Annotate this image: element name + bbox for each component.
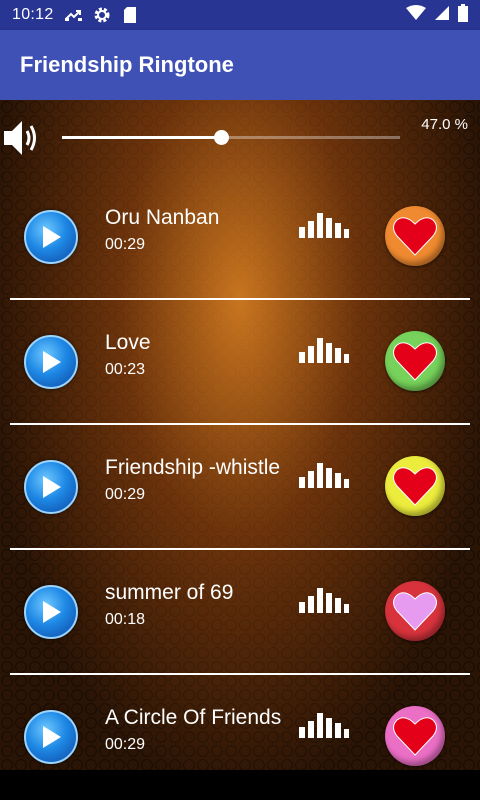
heart-icon [393, 342, 437, 381]
status-time: 10:12 [12, 6, 54, 23]
status-bar: 10:12 [0, 0, 480, 30]
volume-slider[interactable] [62, 130, 400, 145]
play-button[interactable] [24, 460, 78, 514]
play-button[interactable] [24, 210, 78, 264]
favorite-button[interactable] [385, 706, 445, 766]
wifi-icon [406, 4, 426, 26]
favorite-button[interactable] [385, 206, 445, 266]
play-icon [43, 476, 61, 498]
play-button[interactable] [24, 585, 78, 639]
call-forward-icon [64, 5, 84, 25]
set-ringtone-icon[interactable] [298, 334, 350, 364]
battery-icon [458, 3, 468, 27]
heart-icon [393, 217, 437, 256]
volume-slider-thumb[interactable] [213, 130, 229, 145]
signal-icon [434, 5, 450, 26]
list-item[interactable]: summer of 69 00:18 [0, 550, 480, 675]
list-item[interactable]: Friendship -whistle 00:29 [0, 425, 480, 550]
song-duration: 00:23 [105, 361, 146, 378]
song-title: A Circle Of Friends [105, 706, 282, 729]
favorite-button[interactable] [385, 456, 445, 516]
play-icon [43, 601, 61, 623]
song-title: Oru Nanban [105, 206, 220, 229]
heart-icon [393, 467, 437, 506]
set-ringtone-icon[interactable] [298, 209, 350, 239]
song-duration: 00:29 [105, 736, 146, 753]
set-ringtone-icon[interactable] [298, 709, 350, 739]
sd-card-icon [120, 5, 140, 25]
favorite-button[interactable] [385, 331, 445, 391]
app-bar: Friendship Ringtone [0, 30, 480, 100]
song-title: summer of 69 [105, 581, 234, 604]
ringtone-list[interactable]: 47.0 % Oru Nanban 00:29 Love 00:23 Frien… [0, 100, 480, 770]
volume-slider-fill [62, 136, 221, 139]
song-title: Friendship -whistle [105, 456, 281, 479]
settings-icon [92, 5, 112, 25]
play-button[interactable] [24, 335, 78, 389]
list-item[interactable]: Oru Nanban 00:29 [0, 175, 480, 300]
list-item[interactable]: Love 00:23 [0, 300, 480, 425]
set-ringtone-icon[interactable] [298, 459, 350, 489]
heart-icon [393, 592, 437, 631]
speaker-icon[interactable] [2, 116, 40, 160]
song-duration: 00:29 [105, 486, 146, 503]
heart-icon [393, 717, 437, 756]
song-duration: 00:18 [105, 611, 146, 628]
play-icon [43, 226, 61, 248]
song-title: Love [105, 331, 151, 354]
list-item[interactable]: A Circle Of Friends 00:29 [0, 675, 480, 770]
play-icon [43, 351, 61, 373]
set-ringtone-icon[interactable] [298, 584, 350, 614]
volume-percent: 47.0 % [421, 116, 468, 133]
favorite-button[interactable] [385, 581, 445, 641]
app-title: Friendship Ringtone [20, 52, 234, 77]
play-icon [43, 726, 61, 748]
navigation-bar [0, 770, 480, 800]
song-duration: 00:29 [105, 236, 146, 253]
play-button[interactable] [24, 710, 78, 764]
